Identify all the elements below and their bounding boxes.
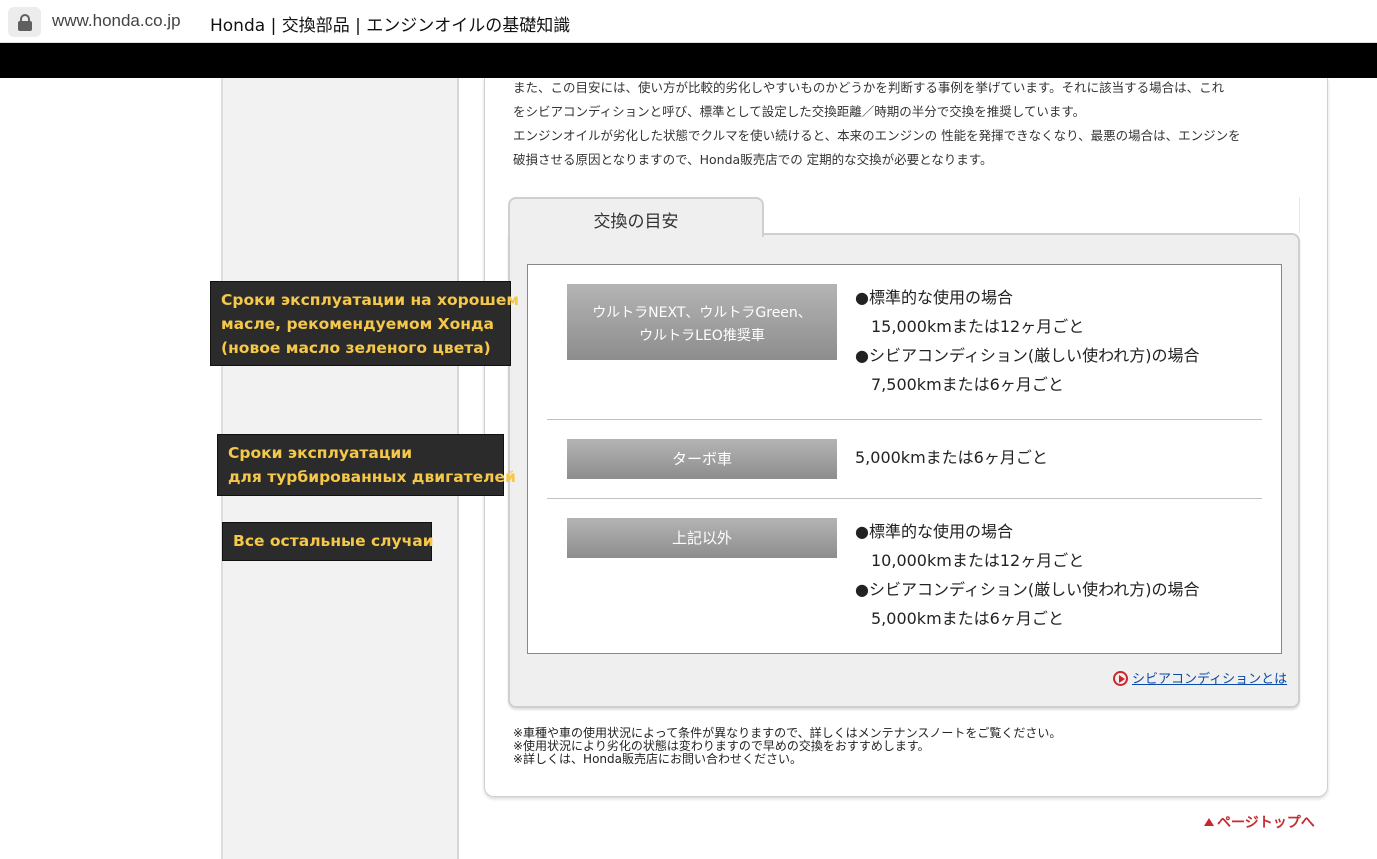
address-bar[interactable]: www.honda.co.jp Honda | 交換部品 | エンジンオイルの基… bbox=[0, 0, 1377, 43]
footnote: ※詳しくは、Honda販売店にお問い合わせください。 bbox=[513, 752, 802, 766]
row-label-turbo: ターボ車 bbox=[567, 439, 837, 479]
play-circle-icon bbox=[1113, 671, 1128, 686]
tab-interval-guide[interactable]: 交換の目安 bbox=[508, 197, 764, 237]
triangle-up-icon bbox=[1204, 818, 1214, 826]
intro-line: エンジンオイルが劣化した状態でクルマを使い続けると、本来のエンジンの 性能を発揮… bbox=[513, 128, 1241, 143]
url-text[interactable]: www.honda.co.jp bbox=[52, 11, 181, 31]
tab-label: 交換の目安 bbox=[593, 212, 679, 232]
row-divider bbox=[547, 419, 1262, 420]
row-interval-turbo: 5,000kmまたは6ヶ月ごと bbox=[855, 448, 1048, 467]
annotation-other: Все остальные случаи bbox=[222, 522, 434, 561]
annotation-turbo: Сроки эксплуатации для турбированных дви… bbox=[217, 434, 516, 496]
severe-condition-link[interactable]: シビアコンディションとは bbox=[1113, 668, 1287, 687]
row-interval-other: ●標準的な使用の場合 10,000kmまたは12ヶ月ごと ●シビアコンディション… bbox=[855, 522, 1200, 628]
row-interval-ultra-oils: ●標準的な使用の場合 15,000kmまたは12ヶ月ごと ●シビアコンディション… bbox=[855, 288, 1200, 394]
row-label-ultra-oils: ウルトラNEXT、ウルトラGreen、 ウルトラLEO推奨車 bbox=[567, 284, 837, 360]
row-label-other: 上記以外 bbox=[567, 518, 837, 558]
intro-line: また、この目安には、使い方が比較的劣化しやすいものかどうかを判断する事例を挙げて… bbox=[513, 80, 1225, 95]
intro-line: 破損させる原因となりますので、Honda販売店での 定期的な交換が必要となります… bbox=[513, 152, 993, 167]
intro-line: をシビアコンディションと呼び、標準として設定した交換距離／時期の半分で交換を推奨… bbox=[513, 104, 1086, 119]
page-title: Honda | 交換部品 | エンジンオイルの基礎知識 bbox=[210, 16, 571, 36]
intro-text: また、この目安には、使い方が比較的劣化しやすいものかどうかを判断する事例を挙げて… bbox=[513, 76, 1308, 172]
lock-icon[interactable] bbox=[8, 7, 41, 37]
severe-condition-link-text[interactable]: シビアコンディションとは bbox=[1132, 672, 1287, 687]
annotation-ultra-oils: Сроки эксплуатации на хорошем масле, рек… bbox=[210, 281, 519, 366]
row-divider bbox=[547, 498, 1262, 499]
top-black-band bbox=[0, 43, 1377, 78]
page-top-link[interactable]: ページトップへ bbox=[1204, 812, 1315, 832]
footnotes: ※車種や車の使用状況によって条件が異なりますので、詳しくはメンテナンスノートをご… bbox=[513, 727, 1061, 766]
